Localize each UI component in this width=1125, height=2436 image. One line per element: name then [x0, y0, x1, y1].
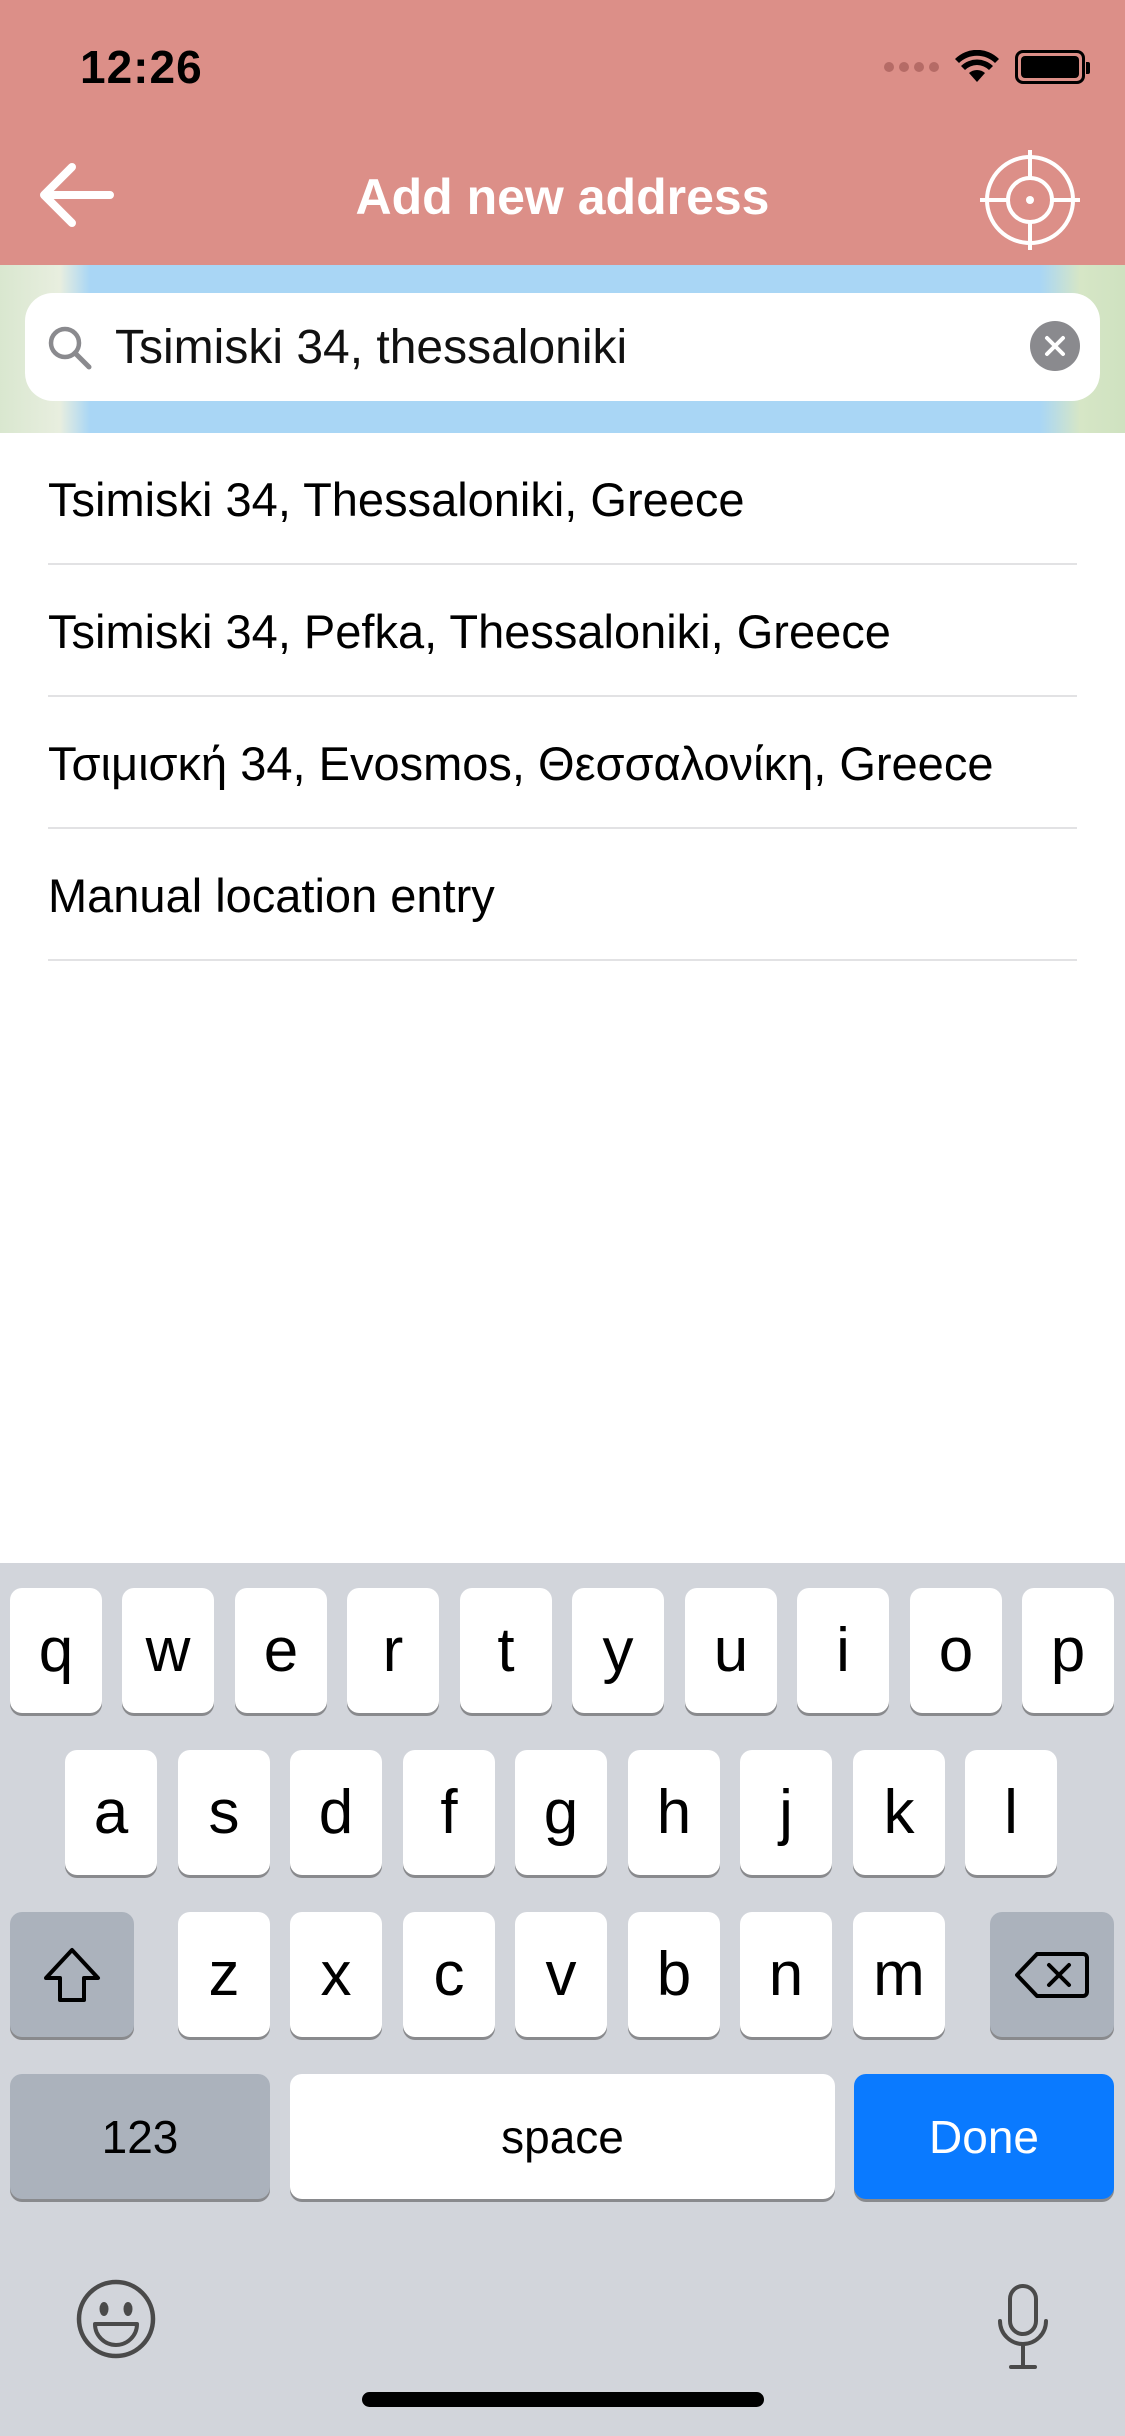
suggestion-label: Τσιμισκή 34, Evosmos, Θεσσαλονίκη, Greec…	[48, 736, 994, 790]
key-i[interactable]: i	[797, 1588, 889, 1713]
numbers-key[interactable]: 123	[10, 2074, 270, 2199]
backspace-key[interactable]	[990, 1912, 1114, 2037]
signal-icon	[884, 62, 939, 72]
key-g[interactable]: g	[515, 1750, 607, 1875]
space-key[interactable]: space	[290, 2074, 835, 2199]
key-m[interactable]: m	[853, 1912, 945, 2037]
key-d[interactable]: d	[290, 1750, 382, 1875]
home-indicator	[362, 2392, 764, 2407]
key-v[interactable]: v	[515, 1912, 607, 2037]
suggestion-item[interactable]: Tsimiski 34, Thessaloniki, Greece	[0, 433, 1125, 565]
microphone-icon	[998, 2284, 1048, 2369]
page-title: Add new address	[355, 169, 770, 225]
key-q[interactable]: q	[10, 1588, 102, 1713]
shift-key[interactable]	[10, 1912, 134, 2037]
keyboard: q w e r t y u i o p a s d f g h j k l z …	[0, 1563, 1125, 2436]
suggestion-item[interactable]: Tsimiski 34, Pefka, Thessaloniki, Greece	[0, 565, 1125, 697]
key-s[interactable]: s	[178, 1750, 270, 1875]
crosshair-icon	[980, 150, 1080, 250]
key-n[interactable]: n	[740, 1912, 832, 2037]
search-input[interactable]: Tsimiski 34, thessaloniki	[25, 293, 1100, 401]
dictation-button[interactable]	[995, 2283, 1051, 2371]
clear-search-button[interactable]	[1030, 321, 1080, 371]
emoji-button[interactable]	[75, 2278, 157, 2360]
key-b[interactable]: b	[628, 1912, 720, 2037]
nav-header: 12:26 Add new address	[0, 0, 1125, 265]
battery-icon	[1015, 50, 1090, 84]
key-p[interactable]: p	[1022, 1588, 1114, 1713]
key-a[interactable]: a	[65, 1750, 157, 1875]
key-o[interactable]: o	[910, 1588, 1002, 1713]
current-location-button[interactable]	[980, 150, 1080, 250]
key-j[interactable]: j	[740, 1750, 832, 1875]
wifi-icon	[955, 50, 999, 82]
key-e[interactable]: e	[235, 1588, 327, 1713]
manual-location-entry[interactable]: Manual location entry	[0, 829, 1125, 961]
key-k[interactable]: k	[853, 1750, 945, 1875]
status-time: 12:26	[80, 41, 203, 93]
key-x[interactable]: x	[290, 1912, 382, 2037]
suggestion-label: Tsimiski 34, Pefka, Thessaloniki, Greece	[48, 604, 891, 658]
key-u[interactable]: u	[685, 1588, 777, 1713]
emoji-icon	[76, 2279, 156, 2359]
status-icons	[884, 50, 1090, 84]
key-z[interactable]: z	[178, 1912, 270, 2037]
key-c[interactable]: c	[403, 1912, 495, 2037]
key-f[interactable]: f	[403, 1750, 495, 1875]
key-h[interactable]: h	[628, 1750, 720, 1875]
close-icon	[1045, 336, 1065, 356]
search-input-value[interactable]: Tsimiski 34, thessaloniki	[115, 293, 627, 401]
key-t[interactable]: t	[460, 1588, 552, 1713]
key-y[interactable]: y	[572, 1588, 664, 1713]
manual-location-label: Manual location entry	[48, 868, 495, 922]
done-key[interactable]: Done	[854, 2074, 1114, 2199]
key-r[interactable]: r	[347, 1588, 439, 1713]
suggestion-label: Tsimiski 34, Thessaloniki, Greece	[48, 472, 745, 526]
shift-icon	[44, 1947, 100, 2002]
backspace-icon	[1015, 1951, 1089, 1998]
key-l[interactable]: l	[965, 1750, 1057, 1875]
search-icon	[48, 326, 92, 370]
key-w[interactable]: w	[122, 1588, 214, 1713]
suggestion-item[interactable]: Τσιμισκή 34, Evosmos, Θεσσαλονίκη, Greec…	[0, 697, 1125, 829]
address-suggestions-list: Tsimiski 34, Thessaloniki, Greece Tsimis…	[0, 433, 1125, 961]
